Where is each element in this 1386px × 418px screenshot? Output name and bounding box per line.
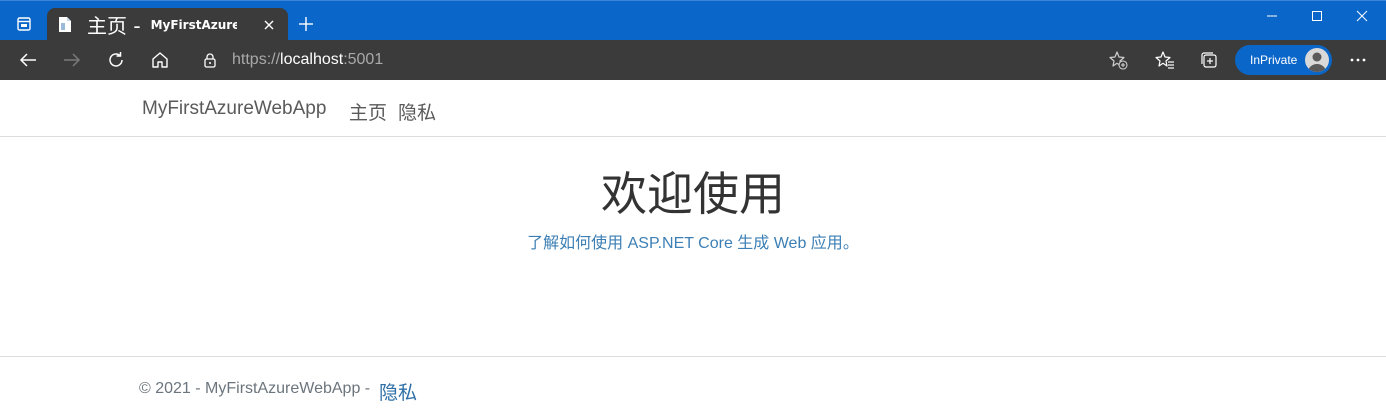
back-icon	[19, 53, 36, 67]
footer-privacy-link[interactable]: 隐私	[379, 378, 417, 405]
forward-icon	[64, 53, 81, 67]
tab-actions-button[interactable]	[10, 10, 38, 38]
inprivate-label: InPrivate	[1250, 53, 1298, 67]
footer-copyright: © 2021 - MyFirstAzureWebApp -	[139, 380, 371, 397]
home-button[interactable]	[148, 48, 172, 72]
browser-toolbar: https://localhost:5001 InPrivate	[0, 40, 1386, 80]
window-close-button[interactable]	[1350, 6, 1374, 26]
refresh-button[interactable]	[104, 48, 128, 72]
add-favorite-icon	[1109, 51, 1128, 70]
tab-close-button[interactable]	[262, 18, 276, 32]
page-title: 欢迎使用	[601, 168, 785, 220]
browser-title-bar: 主页 - MyFirstAzureWebA	[0, 0, 1386, 41]
new-tab-button[interactable]	[296, 14, 316, 34]
browser-tab-active[interactable]: 主页 - MyFirstAzureWebA	[47, 8, 288, 41]
nav-link-home[interactable]: 主页	[349, 98, 387, 125]
maximize-button[interactable]	[1305, 6, 1329, 26]
url-scheme: https://	[232, 51, 281, 68]
lock-icon[interactable]	[202, 51, 218, 69]
learn-text: 了解如何使用 ASP.NET Core 生成 Web 应用。	[0, 229, 1386, 253]
learn-suffix: 。	[842, 235, 859, 252]
learn-prefix: 了解如何	[527, 235, 592, 252]
collections-icon	[1201, 52, 1217, 68]
favorites-icon	[1155, 51, 1174, 69]
tab-actions-icon	[17, 17, 31, 31]
site-footer: © 2021 - MyFirstAzureWebApp - 隐私	[0, 356, 1386, 418]
site-brand-link[interactable]: MyFirstAzureWebApp	[142, 98, 326, 120]
collections-button[interactable]	[1197, 48, 1221, 72]
address-bar[interactable]: https://localhost:5001	[196, 45, 1096, 75]
more-icon	[1350, 58, 1366, 62]
url-text[interactable]: https://localhost:5001	[232, 51, 383, 69]
minimize-button[interactable]	[1260, 6, 1284, 26]
url-port: :5001	[343, 51, 384, 68]
inprivate-button[interactable]: InPrivate	[1235, 45, 1332, 75]
new-tab-icon	[299, 17, 313, 31]
learn-link[interactable]: 使用 ASP.NET Core 生成 Web 应用	[591, 235, 843, 252]
url-host: localhost	[280, 51, 344, 68]
maximize-icon	[1312, 11, 1322, 21]
home-icon	[152, 52, 168, 68]
more-button[interactable]	[1346, 48, 1370, 72]
avatar	[1305, 48, 1329, 72]
back-button[interactable]	[16, 48, 40, 72]
site-navbar: MyFirstAzureWebApp 主页 隐私	[0, 80, 1386, 137]
minimize-icon	[1267, 15, 1277, 17]
nav-link-privacy[interactable]: 隐私	[398, 98, 436, 125]
refresh-icon	[109, 52, 123, 67]
add-favorite-button[interactable]	[1106, 48, 1130, 72]
forward-button[interactable]	[60, 48, 84, 72]
window-close-icon	[1356, 10, 1368, 22]
tab-title: 主页 - MyFirstAzureWebA	[87, 10, 237, 39]
close-icon	[264, 20, 274, 30]
tab-title-main: 主页 -	[87, 14, 141, 38]
favorites-button[interactable]	[1153, 48, 1177, 72]
tab-title-site: MyFirstAzureWebA	[150, 17, 237, 32]
page-icon	[57, 16, 73, 34]
